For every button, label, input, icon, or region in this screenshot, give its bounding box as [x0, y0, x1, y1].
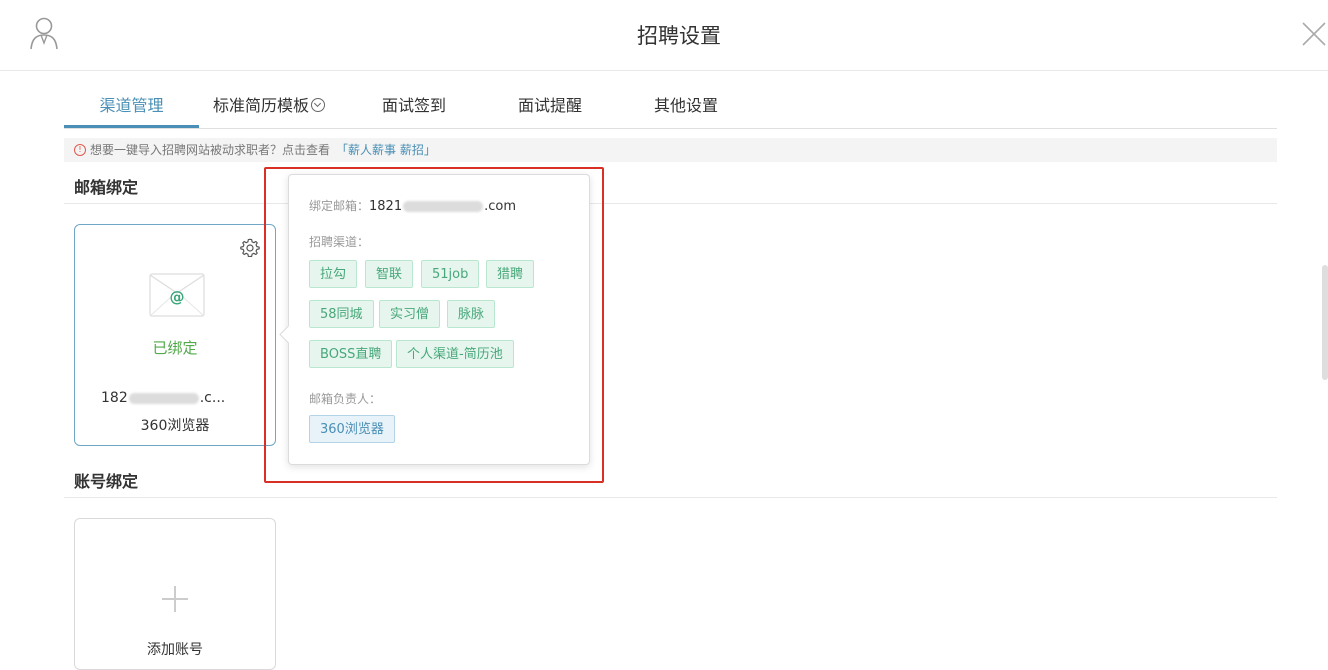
- tab-channel-management[interactable]: 渠道管理: [64, 84, 199, 128]
- tab-interview-reminder[interactable]: 面试提醒: [490, 84, 610, 128]
- chevron-down-icon[interactable]: [311, 98, 325, 112]
- email-section-title: 邮箱绑定: [74, 178, 139, 197]
- notice-link[interactable]: 「薪人薪事 薪招」: [336, 143, 436, 157]
- redacted-text: [128, 392, 199, 404]
- account-section-title: 账号绑定: [74, 472, 139, 491]
- warning-circle-icon: !: [74, 143, 86, 156]
- notice-bar: ! 想要一键导入招聘网站被动求职者？点击查看 「薪人薪事 薪招」: [64, 138, 1277, 162]
- header: 招聘设置: [0, 0, 1328, 71]
- tab-other-settings[interactable]: 其他设置: [626, 84, 746, 128]
- plus-icon: [162, 586, 188, 612]
- tab-bar: 渠道管理 标准简历模板 面试签到 面试提醒 其他设置: [64, 84, 1277, 129]
- add-account-card[interactable]: 添加账号: [74, 518, 276, 670]
- highlight-box: [264, 167, 604, 483]
- close-icon[interactable]: [1300, 20, 1328, 48]
- email-suffix: .c...: [199, 390, 226, 406]
- tab-resume-template[interactable]: 标准简历模板: [204, 84, 334, 128]
- card-email: 182 .c...: [101, 390, 261, 406]
- tab-interview-checkin[interactable]: 面试签到: [354, 84, 474, 128]
- status-badge: 已绑定: [152, 339, 198, 357]
- notice-text: 想要一键导入招聘网站被动求职者？点击查看: [90, 143, 331, 157]
- envelope-icon: @: [149, 273, 205, 317]
- tab-label: 面试提醒: [517, 96, 582, 115]
- gear-icon[interactable]: [239, 237, 261, 259]
- tab-label: 面试签到: [381, 96, 446, 115]
- email-card[interactable]: @ 已绑定 182 .c... 360浏览器: [74, 224, 276, 446]
- tab-label: 其他设置: [653, 96, 718, 115]
- divider: [64, 203, 1277, 204]
- add-account-label: 添加账号: [147, 642, 203, 658]
- card-owner: 360浏览器: [140, 418, 210, 434]
- svg-text:@: @: [170, 288, 185, 306]
- tab-label: 渠道管理: [99, 96, 164, 115]
- email-prefix: 182: [101, 390, 128, 406]
- divider: [64, 497, 1277, 498]
- tab-label: 标准简历模板: [212, 96, 309, 115]
- scrollbar[interactable]: [1322, 265, 1328, 380]
- page-title: 招聘设置: [637, 24, 721, 48]
